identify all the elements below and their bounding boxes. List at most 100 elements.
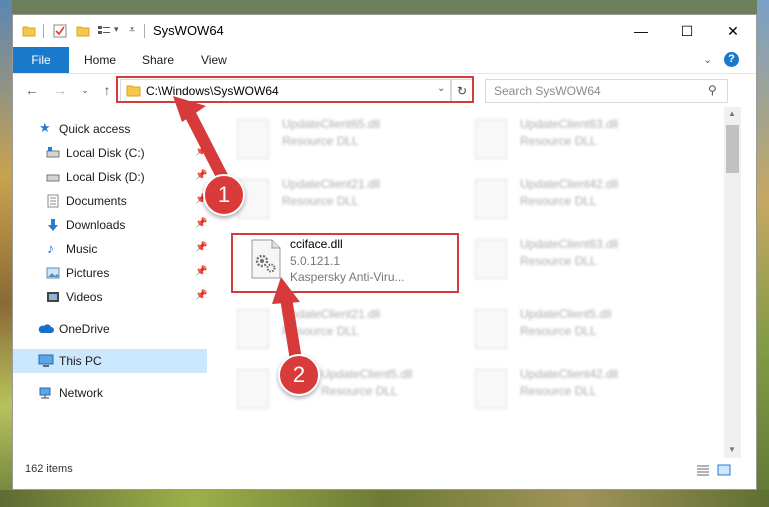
properties-icon[interactable] — [53, 24, 67, 38]
nav-item-onedrive[interactable]: OneDrive — [13, 317, 207, 341]
dll-file-icon — [237, 369, 269, 409]
nav-item-local-disk-d[interactable]: Local Disk (D:) 📌 — [13, 165, 207, 189]
file-item[interactable]: UpdateClient63.dll Resource DLL — [471, 237, 701, 297]
help-icon[interactable]: ? — [724, 52, 739, 67]
nav-item-network[interactable]: Network — [13, 381, 207, 405]
pin-icon: 📌 — [195, 290, 208, 301]
pin-icon: 📌 — [195, 266, 208, 277]
step-2-badge: 2 — [278, 354, 320, 396]
expand-ribbon-icon[interactable]: ⌄ — [703, 53, 712, 66]
nav-item-label: Music — [66, 242, 98, 256]
dll-file-icon — [475, 119, 507, 159]
nav-item-label: Local Disk (C:) — [66, 146, 145, 160]
vertical-scrollbar[interactable]: ▲ ▼ — [724, 107, 741, 458]
pin-icon: 📌 — [195, 218, 208, 229]
nav-item-documents[interactable]: Documents 📌 — [13, 189, 207, 213]
window-title: SysWOW64 — [153, 23, 224, 38]
close-button[interactable]: ✕ — [710, 15, 756, 47]
status-bar: 162 items — [13, 458, 756, 489]
scroll-up-icon[interactable]: ▲ — [728, 109, 736, 118]
forward-button[interactable]: → — [51, 81, 69, 99]
file-type: Resource DLL — [520, 324, 597, 338]
dll-file-icon — [237, 309, 269, 349]
nav-item-label: Downloads — [66, 218, 126, 232]
nav-item-label: This PC — [59, 354, 102, 368]
file-type: Resource DLL — [282, 194, 359, 208]
file-name: UpdateClient63.dll — [520, 117, 619, 131]
recent-locations-icon[interactable]: ⌄ — [76, 81, 94, 99]
nav-item-local-disk-c[interactable]: Local Disk (C:) 📌 — [13, 141, 207, 165]
file-item[interactable]: UpdateClient42.dll Resource DLL — [471, 177, 701, 237]
back-button[interactable]: ← — [23, 81, 41, 99]
nav-item-downloads[interactable]: Downloads 📌 — [13, 213, 207, 237]
desktop-background — [757, 0, 769, 507]
file-type: Resource DLL — [520, 384, 597, 398]
file-name: UpdateClient65.dll — [282, 117, 381, 131]
cloud-icon — [38, 324, 54, 333]
folder-icon — [22, 26, 36, 37]
nav-item-label: Local Disk (D:) — [66, 170, 145, 184]
file-type: Resource DLL — [321, 384, 398, 398]
minimize-button[interactable]: — — [618, 15, 664, 47]
pin-icon: 📌 — [195, 242, 208, 253]
nav-item-label: Pictures — [66, 266, 110, 280]
nav-item-music[interactable]: ♪ Music 📌 — [13, 237, 207, 261]
file-name: UpdateClient21.dll — [282, 307, 381, 321]
chevron-down-icon[interactable]: ▾ — [114, 24, 119, 35]
search-placeholder: Search SysWOW64 — [494, 84, 601, 98]
file-type: Resource DLL — [520, 134, 597, 148]
tab-home[interactable]: Home — [84, 47, 116, 73]
details-view-icon[interactable] — [696, 464, 710, 476]
scroll-down-icon[interactable]: ▼ — [728, 445, 736, 454]
drive-icon — [46, 147, 60, 158]
nav-item-label: OneDrive — [59, 322, 110, 336]
file-type: Resource DLL — [282, 134, 359, 148]
nav-item-label: Videos — [66, 290, 103, 304]
up-button[interactable]: ↑ — [98, 81, 116, 99]
quick-access-menu-icon[interactable]: ⩡ — [129, 24, 135, 37]
scrollbar-thumb[interactable] — [726, 125, 739, 173]
music-icon: ♪ — [47, 240, 54, 256]
tab-view[interactable]: View — [201, 47, 227, 73]
nav-item-label: Documents — [66, 194, 127, 208]
network-icon — [39, 387, 51, 399]
customize-icon[interactable] — [97, 24, 111, 38]
file-highlight-box — [231, 233, 459, 293]
file-name: UpdateClient42.dll — [520, 367, 619, 381]
desktop-background — [0, 490, 769, 507]
nav-item-this-pc[interactable]: This PC — [13, 349, 207, 373]
ribbon: File Home Share View ⌄ ? — [13, 47, 756, 74]
file-item[interactable]: UpdateClient5.dll Resource DLL — [233, 367, 463, 427]
maximize-button[interactable]: ☐ — [664, 15, 710, 47]
nav-item-videos[interactable]: Videos 📌 — [13, 285, 207, 309]
nav-item-label: Quick access — [59, 122, 131, 136]
nav-item-label: Network — [59, 386, 104, 400]
separator — [43, 24, 44, 38]
dll-file-icon — [475, 369, 507, 409]
file-name: UpdateClient5.dll — [321, 367, 413, 381]
drive-icon — [46, 174, 60, 182]
search-input[interactable]: Search SysWOW64 ⚲ — [485, 79, 728, 103]
navigation-pane: ★ Quick access Local Disk (C:) 📌 Local D… — [13, 107, 207, 458]
new-folder-icon[interactable] — [76, 24, 90, 38]
address-highlight-box — [116, 76, 474, 103]
file-item[interactable]: UpdateClient42.dll Resource DLL — [471, 367, 701, 427]
nav-item-pictures[interactable]: Pictures 📌 — [13, 261, 207, 285]
file-item[interactable]: UpdateClient21.dll Resource DLL — [233, 177, 463, 237]
file-type: Resource DLL — [520, 194, 597, 208]
file-type: Resource DLL — [282, 324, 359, 338]
tiles-view-icon[interactable] — [717, 464, 731, 476]
dll-file-icon — [237, 119, 269, 159]
tab-file[interactable]: File — [13, 47, 69, 73]
file-name: UpdateClient63.dll — [520, 237, 619, 251]
desktop-background — [0, 0, 12, 507]
nav-item-quick-access[interactable]: ★ Quick access — [13, 117, 207, 141]
tab-share[interactable]: Share — [142, 47, 174, 73]
file-item[interactable]: UpdateClient21.dll Resource DLL — [233, 307, 463, 367]
file-item[interactable]: UpdateClient5.dll Resource DLL — [471, 307, 701, 367]
separator — [144, 24, 145, 38]
search-icon[interactable]: ⚲ — [708, 83, 717, 97]
file-item[interactable]: UpdateClient63.dll Resource DLL — [471, 117, 701, 177]
pin-icon: 📌 — [195, 170, 208, 181]
file-item[interactable]: UpdateClient65.dll Resource DLL — [233, 117, 463, 177]
